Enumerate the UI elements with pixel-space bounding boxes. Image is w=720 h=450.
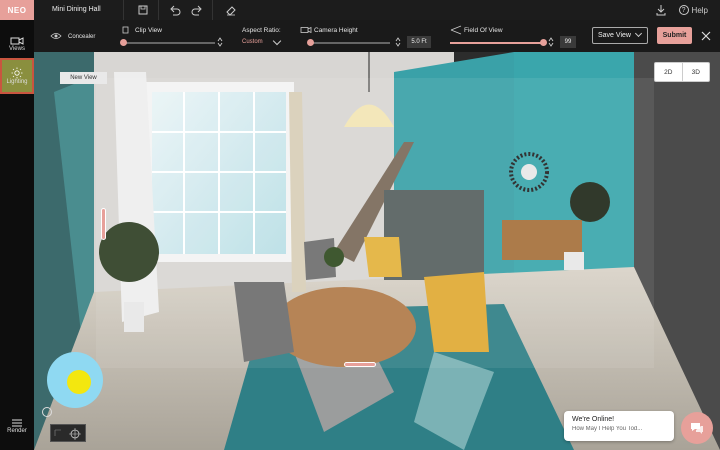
top-bar: NEO Mini Dining Hall ? Help <box>0 0 720 20</box>
concealer-label[interactable]: Concealer <box>68 34 95 40</box>
sidebar-item-views[interactable]: Views <box>0 26 34 62</box>
sidebar-item-lighting[interactable]: Lighting <box>0 58 34 94</box>
camera-height-icon <box>300 26 312 34</box>
stepper-icon[interactable] <box>217 36 223 48</box>
camera-control-bar: Concealer Clip View Aspect Ratio: Custom… <box>34 20 720 52</box>
vertical-resize-handle[interactable] <box>101 208 106 240</box>
light-direction-widget[interactable] <box>47 352 103 408</box>
dining-room-render <box>34 52 720 450</box>
chevron-down-icon <box>634 29 642 38</box>
field-of-view-slider-knob[interactable] <box>540 39 548 46</box>
camera-height-label: Camera Height <box>314 27 358 34</box>
stepper-icon[interactable] <box>395 36 401 48</box>
field-of-view-label: Field Of View <box>464 27 503 34</box>
view-2d-button[interactable]: 2D <box>655 63 683 81</box>
reset-rotation-icon[interactable] <box>42 407 52 417</box>
view-3d-button[interactable]: 3D <box>683 63 710 81</box>
divider <box>212 0 213 20</box>
clip-view-label: Clip View <box>135 27 162 34</box>
render-icon <box>12 419 22 427</box>
camera-height-value[interactable]: 5.0 Ft <box>407 36 431 48</box>
submit-button[interactable]: Submit <box>657 27 692 44</box>
field-of-view-slider-fill <box>450 42 544 44</box>
divider <box>123 0 124 20</box>
crosshair-icon <box>54 428 81 440</box>
save-view-label: Save View <box>598 32 631 39</box>
chat-subtitle: How May I Help You Tod... <box>572 426 643 432</box>
camera-height-slider-knob[interactable] <box>307 39 314 46</box>
help-button[interactable]: ? Help <box>678 5 708 15</box>
eraser-icon[interactable] <box>224 3 238 17</box>
sidebar-item-label: Lighting <box>6 79 28 85</box>
view-mode-toggle: 2D 3D <box>654 62 710 82</box>
aspect-ratio-select[interactable]: Custom <box>242 39 263 45</box>
left-sidebar: Views Lighting Render <box>0 20 34 450</box>
scene-viewport[interactable]: New View 2D 3D We're Online! How May I H… <box>34 52 720 450</box>
field-of-view-slider[interactable] <box>450 39 548 46</box>
chat-widget-bubble[interactable]: We're Online! How May I Help You Tod... <box>564 411 674 441</box>
app-root: NEO Mini Dining Hall ? Help Views Lighti… <box>0 0 720 450</box>
sun-position-handle[interactable] <box>67 370 91 394</box>
undo-icon[interactable] <box>168 3 182 17</box>
field-of-view-icon <box>450 25 462 35</box>
chevron-down-icon[interactable] <box>272 36 282 46</box>
save-icon[interactable] <box>136 3 150 17</box>
divider <box>158 0 159 20</box>
sidebar-item-render[interactable]: Render <box>0 408 34 444</box>
stepper-icon[interactable] <box>548 36 554 48</box>
clip-view-icon <box>122 26 129 34</box>
sidebar-item-label: Render <box>7 428 27 434</box>
close-icon <box>701 31 711 41</box>
chat-open-button[interactable] <box>681 412 713 444</box>
document-title: Mini Dining Hall <box>52 6 101 13</box>
chat-icon <box>691 423 703 434</box>
eye-icon[interactable] <box>50 32 62 40</box>
recenter-button[interactable] <box>50 424 86 442</box>
redo-icon[interactable] <box>190 3 204 17</box>
field-of-view-value[interactable]: 99 <box>560 36 576 48</box>
help-icon: ? <box>678 5 689 15</box>
save-view-button[interactable]: Save View <box>592 27 648 44</box>
clip-view-slider[interactable] <box>120 39 215 46</box>
help-label: Help <box>691 5 708 15</box>
horizontal-resize-handle[interactable] <box>344 362 376 367</box>
clip-view-slider-knob[interactable] <box>120 39 127 46</box>
chat-title: We're Online! <box>572 416 615 423</box>
aspect-ratio-label: Aspect Ratio: <box>242 27 281 34</box>
download-icon[interactable] <box>654 3 668 17</box>
collapse-button[interactable] <box>699 29 713 43</box>
new-view-tab[interactable]: New View <box>60 72 107 84</box>
app-logo[interactable]: NEO <box>0 0 34 20</box>
camera-height-slider[interactable] <box>307 39 390 46</box>
sun-icon <box>11 67 23 79</box>
camera-icon <box>10 37 24 45</box>
sidebar-item-label: Views <box>9 46 25 52</box>
